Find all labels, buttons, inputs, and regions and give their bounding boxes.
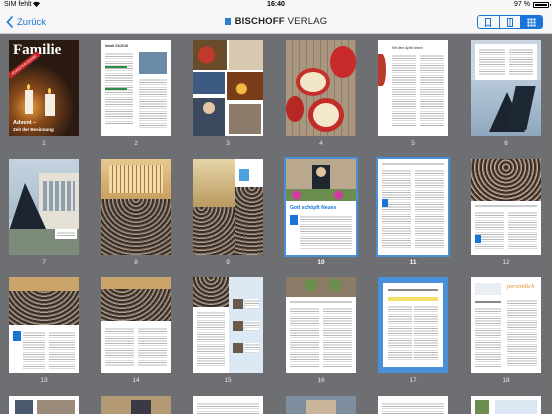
page-thumbnail-image[interactable] bbox=[376, 157, 450, 257]
page-headline: persönlich bbox=[507, 283, 535, 290]
page-number: 12 bbox=[502, 259, 510, 266]
page-thumbnail-image[interactable]: persönlich bbox=[471, 277, 541, 373]
status-bar: SIM fehlt 16:40 97 % bbox=[0, 0, 552, 10]
page-thumbnail-image[interactable]: Familie ADVENTSAUSGABE Advent – Zeit der… bbox=[9, 40, 79, 136]
page-number: 13 bbox=[40, 377, 48, 384]
page-number: 15 bbox=[224, 377, 232, 384]
page-heading: Mit dem Apfel leben bbox=[392, 46, 423, 50]
page-thumbnail-image[interactable] bbox=[193, 396, 263, 414]
page-thumbnail-image[interactable]: Mit dem Apfel leben bbox=[378, 40, 448, 136]
navigation-bar: Zurück BISCHOFF VERLAG bbox=[0, 10, 552, 34]
double-page-view-button[interactable] bbox=[498, 16, 521, 28]
page-thumbnail-image[interactable] bbox=[193, 159, 263, 255]
page-thumbnail-image[interactable] bbox=[286, 277, 356, 373]
page-thumbnail-image[interactable] bbox=[193, 40, 263, 136]
page-number: 5 bbox=[411, 140, 415, 147]
page-heading: Inhalt 23/2016 bbox=[105, 44, 128, 48]
page-number: 17 bbox=[409, 377, 417, 384]
page-number: 16 bbox=[317, 377, 325, 384]
page-number: 8 bbox=[134, 259, 138, 266]
page-headline: Gott schöpft Neues bbox=[290, 205, 337, 211]
page-thumbnail-grid: Familie ADVENTSAUSGABE Advent – Zeit der… bbox=[0, 35, 552, 414]
title-rest: VERLAG bbox=[284, 16, 328, 27]
double-page-icon bbox=[507, 17, 513, 27]
page-number: 7 bbox=[42, 259, 46, 266]
grid-view-button[interactable] bbox=[520, 16, 542, 28]
page-thumbnail-image[interactable] bbox=[101, 159, 171, 255]
page-number: 10 bbox=[317, 259, 325, 266]
page-number: 11 bbox=[409, 259, 417, 266]
page-thumbnail-image[interactable] bbox=[9, 396, 79, 414]
page-thumbnail-image[interactable] bbox=[193, 277, 263, 373]
battery-percentage: 97 % bbox=[514, 1, 530, 8]
page-number: 9 bbox=[226, 259, 230, 266]
publisher-logo-icon bbox=[224, 17, 231, 25]
page-title: BISCHOFF VERLAG bbox=[0, 16, 552, 27]
cover-subline: Zeit der Besinnung bbox=[13, 127, 54, 132]
page-thumbnail-image[interactable] bbox=[286, 396, 356, 414]
page-number: 3 bbox=[226, 140, 230, 147]
page-thumbnail-image[interactable] bbox=[471, 40, 541, 136]
page-number: 2 bbox=[134, 140, 138, 147]
page-thumbnail-image[interactable] bbox=[101, 396, 171, 414]
single-page-icon bbox=[485, 17, 492, 27]
page-thumbnail-image[interactable]: Inhalt 23/2016 bbox=[101, 40, 171, 136]
page-number: 4 bbox=[319, 140, 323, 147]
page-thumbnail-image[interactable] bbox=[286, 40, 356, 136]
page-thumbnail-image[interactable] bbox=[101, 277, 171, 373]
cover-headline: Advent – bbox=[13, 120, 37, 126]
page-number: 14 bbox=[132, 377, 140, 384]
page-thumbnail-image[interactable] bbox=[471, 396, 541, 414]
page-number: 6 bbox=[504, 140, 508, 147]
clock: 16:40 bbox=[267, 1, 285, 8]
battery-icon bbox=[533, 2, 551, 8]
page-thumbnail-image[interactable] bbox=[378, 396, 448, 414]
single-page-view-button[interactable] bbox=[478, 16, 499, 28]
page-number: 18 bbox=[502, 377, 510, 384]
page-thumbnail-image[interactable] bbox=[471, 159, 541, 255]
page-thumbnail-image[interactable] bbox=[378, 277, 448, 373]
page-thumbnail-image[interactable] bbox=[9, 277, 79, 373]
title-bold: BISCHOFF bbox=[234, 16, 285, 27]
grid-icon bbox=[527, 18, 536, 26]
view-mode-control bbox=[477, 15, 543, 29]
page-number: 1 bbox=[42, 140, 46, 147]
page-thumbnail-image[interactable]: Gott schöpft Neues bbox=[284, 157, 358, 257]
page-thumbnail-image[interactable] bbox=[9, 159, 79, 255]
